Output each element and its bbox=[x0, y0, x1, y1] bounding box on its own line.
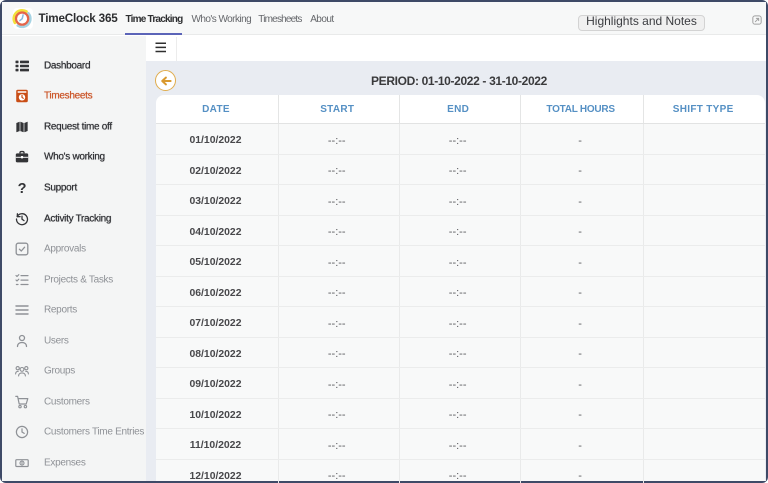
svg-text:?: ? bbox=[18, 181, 27, 195]
